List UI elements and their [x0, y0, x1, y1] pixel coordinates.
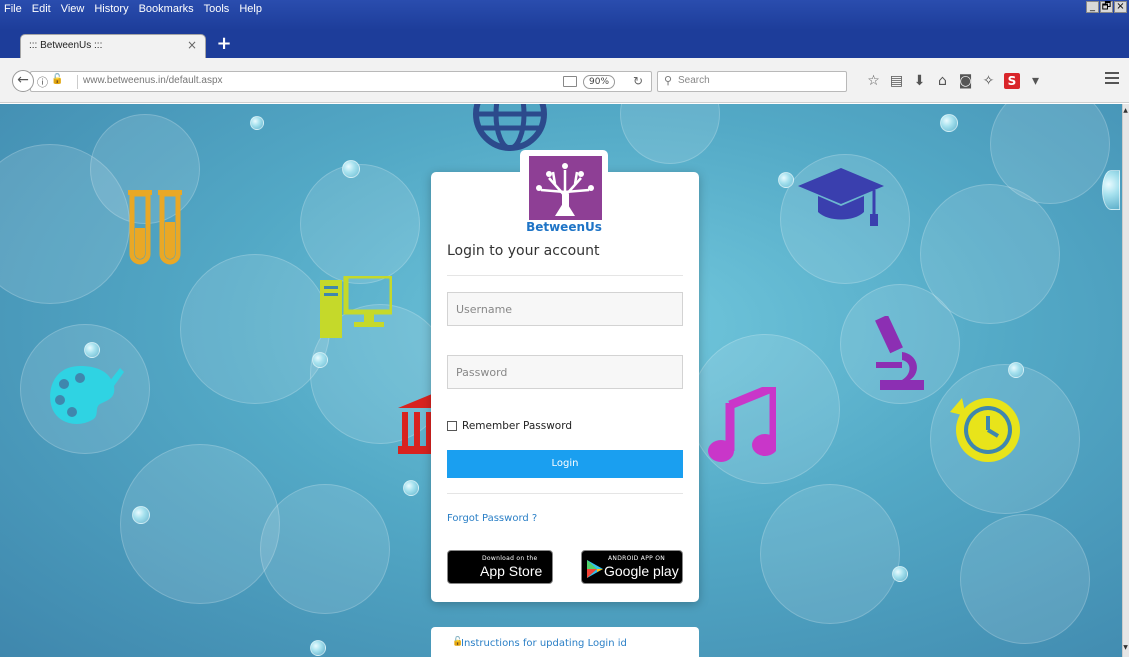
site-info-icon[interactable]: ⓘ	[37, 74, 48, 90]
home-icon[interactable]: ⌂	[931, 70, 954, 92]
menu-help[interactable]: Help	[239, 2, 262, 17]
new-tab-button[interactable]: +	[214, 35, 234, 55]
google-play-text: Google play	[604, 563, 679, 579]
remember-label: Remember Password	[462, 420, 573, 432]
instructions-panel: 🔓 Instructions for updating Login id	[431, 627, 699, 657]
search-bar[interactable]: ⚲ Search	[657, 71, 847, 92]
app-store-text: App Store	[480, 563, 543, 579]
scroll-up-arrow-icon[interactable]: ▲	[1122, 107, 1129, 114]
insecure-lock-icon[interactable]: 🔓	[51, 74, 63, 85]
downloads-icon[interactable]: ⬇	[908, 70, 931, 92]
url-bar[interactable]: ⓘ 🔓 www.betweenus.in/default.aspx 90% ↻	[30, 71, 652, 92]
username-field[interactable]	[447, 292, 683, 326]
divider	[447, 275, 683, 276]
divider	[447, 493, 683, 494]
url-text[interactable]: www.betweenus.in/default.aspx	[83, 75, 223, 86]
menu-file[interactable]: File	[4, 2, 22, 17]
app-store-small-text: Download on the	[482, 555, 538, 562]
hamburger-menu-icon[interactable]	[1105, 72, 1119, 84]
login-button[interactable]: Login	[447, 450, 683, 478]
reader-view-icon[interactable]	[563, 76, 577, 87]
google-play-small-text: ANDROID APP ON	[608, 555, 666, 562]
username-input[interactable]	[448, 293, 682, 325]
back-button[interactable]: ←	[12, 70, 34, 92]
dropdown-arrow-icon[interactable]: ▾	[1024, 70, 1047, 92]
vertical-scrollbar[interactable]	[1122, 104, 1129, 657]
google-play-badge[interactable]: ANDROID APP ON Google play	[581, 550, 683, 584]
menu-view[interactable]: View	[61, 2, 85, 17]
login-heading: Login to your account	[447, 243, 600, 259]
url-separator	[77, 75, 78, 89]
forgot-password-link[interactable]: Forgot Password ?	[447, 513, 537, 524]
reload-icon[interactable]: ↻	[633, 74, 643, 88]
remember-password[interactable]: Remember Password	[447, 420, 572, 432]
tree-logo-icon	[536, 163, 594, 216]
login-panel: BetweenUs Login to your account Remember…	[0, 104, 1122, 657]
navigation-bar: ⓘ 🔓 www.betweenus.in/default.aspx 90% ↻ …	[0, 58, 1129, 103]
bookmarks-list-icon[interactable]: ▤	[885, 70, 908, 92]
menu-tools[interactable]: Tools	[204, 2, 230, 17]
brand-name: BetweenUs	[526, 220, 602, 234]
brand-logo	[529, 156, 602, 220]
app-store-badge[interactable]: Download on the App Store	[447, 550, 553, 584]
menu-edit[interactable]: Edit	[32, 2, 51, 17]
minimize-button[interactable]: _	[1086, 1, 1099, 13]
bookmark-star-icon[interactable]: ☆	[862, 70, 885, 92]
restore-button[interactable]: 🗗	[1100, 1, 1113, 13]
s-extension-button[interactable]: S	[1004, 73, 1020, 89]
window-title-bar: File Edit View History Bookmarks Tools H…	[0, 0, 1129, 30]
back-arrow-icon: ←	[17, 72, 29, 88]
tab-betweenus[interactable]: ::: BetweenUs ::: ×	[20, 34, 206, 58]
menu-history[interactable]: History	[94, 2, 128, 17]
search-icon: ⚲	[664, 74, 673, 87]
pocket-icon[interactable]: ◙	[954, 70, 977, 92]
password-input[interactable]	[448, 356, 682, 388]
menu-bar: File Edit View History Bookmarks Tools H…	[4, 2, 262, 17]
toolbar-icons: ☆ ▤ ⬇ ⌂ ◙ ✧ S ▾	[862, 70, 1047, 92]
remember-checkbox[interactable]	[447, 421, 457, 431]
window-controls: _ 🗗 ×	[1086, 1, 1127, 13]
zoom-indicator[interactable]: 90%	[583, 75, 616, 89]
search-placeholder: Search	[678, 75, 710, 86]
tab-close-icon[interactable]: ×	[187, 38, 197, 52]
close-window-button[interactable]: ×	[1114, 1, 1127, 13]
tab-title: ::: BetweenUs :::	[29, 40, 103, 51]
extension-icon[interactable]: ✧	[977, 70, 1000, 92]
scroll-down-arrow-icon[interactable]: ▼	[1122, 644, 1129, 651]
google-play-icon	[587, 560, 603, 578]
instructions-link[interactable]: Instructions for updating Login id	[461, 638, 627, 649]
password-field[interactable]	[447, 355, 683, 389]
menu-bookmarks[interactable]: Bookmarks	[139, 2, 194, 17]
